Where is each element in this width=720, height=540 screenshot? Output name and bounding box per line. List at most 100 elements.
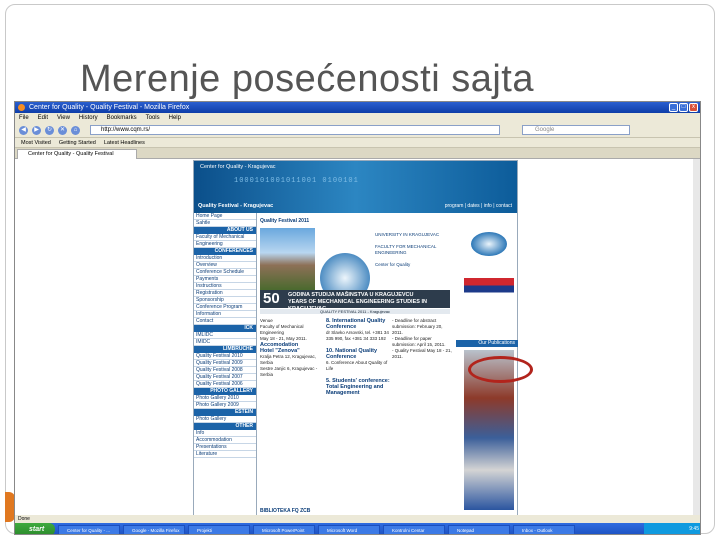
festival-title: Quality Festival 2011 — [260, 218, 310, 224]
nav-item[interactable]: Presentations — [194, 444, 256, 451]
nav-section-header: OTHER — [194, 423, 256, 430]
maximize-button[interactable]: □ — [679, 103, 688, 112]
nav-section-header: CONFERENCES — [194, 248, 256, 255]
nav-item[interactable]: Information — [194, 311, 256, 318]
nav-section-header: LIMBRUCHE — [194, 346, 256, 353]
menu-item[interactable]: File — [19, 113, 29, 123]
taskbar-task[interactable]: Center for Quality - ... — [58, 524, 120, 534]
window-titlebar: Center for Quality - Quality Festival - … — [15, 102, 700, 113]
nav-item[interactable]: Photo Gallery 2010 — [194, 395, 256, 402]
nav-item[interactable]: Instructions — [194, 283, 256, 290]
deadline-2: - Deadline for paper submission: April 1… — [392, 336, 446, 347]
address-value: Sestre Janjic 6, Kragujevac - Serbia — [260, 366, 318, 377]
menu-item[interactable]: Help — [169, 113, 181, 123]
page-viewport: Center for Quality - Kragujevac 10001010… — [15, 159, 700, 523]
nav-item[interactable]: Overview — [194, 262, 256, 269]
nav-item[interactable]: Quality Festival 2009 — [194, 360, 256, 367]
taskbar-task[interactable]: Notepad — [448, 524, 510, 534]
nav-item[interactable]: Sponsorship — [194, 297, 256, 304]
start-button[interactable]: start — [15, 523, 55, 534]
institution-block: UNIVERSITY IN KRAGUJEVAC FACULTY FOR MEC… — [375, 232, 445, 268]
nav-item[interactable]: Info — [194, 430, 256, 437]
nav-item[interactable]: Quality Festival 2007 — [194, 374, 256, 381]
bookmark-item[interactable]: Getting Started — [59, 138, 96, 147]
menu-item[interactable]: View — [57, 113, 70, 123]
conference-1-title[interactable]: 8. International Quality Conference — [326, 318, 391, 330]
home-icon[interactable]: ⌂ — [71, 125, 80, 135]
nav-item[interactable]: Home Page — [194, 213, 256, 220]
bookmark-item[interactable]: Most Visited — [21, 138, 51, 147]
firefox-icon — [18, 104, 25, 111]
taskbar-task[interactable]: Kontrolni Centar — [383, 524, 445, 534]
nav-item[interactable]: IMLIDC — [194, 332, 256, 339]
festival-strip: QUALITY FESTIVAL 2011 - Kragujevac — [260, 309, 450, 314]
stop-icon[interactable]: ✕ — [58, 125, 67, 135]
nav-section-header: ICK — [194, 325, 256, 332]
banner-top-links[interactable]: program | dates | info | contact — [445, 203, 512, 209]
menu-item[interactable]: History — [79, 113, 98, 123]
conference-2-detail: 6. Conference About Quality of Life — [326, 360, 388, 371]
status-bar: Done — [15, 515, 700, 523]
website-page: Center for Quality - Kragujevac 10001010… — [193, 160, 518, 519]
system-clock: 9:45 — [644, 523, 700, 534]
deadlines-column: - Deadline for abstract submission: Febr… — [392, 318, 452, 360]
main-content: Quality Festival 2011 UNIVERSITY IN KRAG… — [260, 218, 452, 518]
forward-icon[interactable]: ▶ — [32, 125, 41, 135]
nav-item[interactable]: Literature — [194, 451, 256, 458]
nav-item[interactable]: Payments — [194, 276, 256, 283]
taskbar-task[interactable]: Microsoft Word — [318, 524, 380, 534]
banner-binary: 1000101001011001 0100101 — [234, 177, 359, 185]
nav-item[interactable]: Quality Festival 2006 — [194, 381, 256, 388]
minimize-button[interactable]: _ — [669, 103, 678, 112]
conference-3-title[interactable]: 5. Students' conference: Total Engineeri… — [326, 378, 391, 396]
banner-festival-title: Quality Festival - Kragujevac — [198, 203, 274, 209]
taskbar-task[interactable]: Microsoft PowerPoint — [253, 524, 315, 534]
bookmarks-toolbar: Most Visited Getting Started Latest Headli… — [15, 138, 700, 148]
left-navigation: Home Page Sahtle ABOUT US Faculty of Mechan… — [194, 213, 257, 519]
site-banner: Center for Quality - Kragujevac 10001010… — [194, 161, 517, 213]
search-input[interactable]: Google — [522, 125, 630, 135]
taskbar-task[interactable]: Projekti — [188, 524, 250, 534]
nav-section-header: ESTEIN — [194, 409, 256, 416]
nav-item[interactable]: Photo Gallery 2009 — [194, 402, 256, 409]
deadline-3: - Quality Festival May 18 - 21, 2011. — [392, 348, 452, 359]
nav-item[interactable]: Sahtle — [194, 220, 256, 227]
nav-item[interactable]: Contact — [194, 318, 256, 325]
back-icon[interactable]: ◀ — [19, 125, 28, 135]
menu-item[interactable]: Edit — [38, 113, 48, 123]
close-button[interactable]: x — [689, 103, 698, 112]
address-bar[interactable]: http://www.cqm.rs/ — [90, 125, 500, 135]
menu-item[interactable]: Bookmarks — [107, 113, 137, 123]
serbian-flag[interactable] — [464, 278, 514, 300]
nav-item[interactable]: Photo Gallery — [194, 416, 256, 423]
hotel-detail: Kralja Petra 12, Kragujevac, Serbia — [260, 354, 317, 365]
taskbar-task[interactable]: Inbox - Outlook — [513, 524, 575, 534]
quality-counter-logo[interactable] — [471, 232, 507, 256]
footer-link[interactable]: BIBLIOTEKA FQ ZCB — [260, 508, 310, 514]
nav-item[interactable]: Accommodation — [194, 437, 256, 444]
center-label: Center for Quality — [375, 262, 411, 267]
nav-item[interactable]: Quality Festival 2008 — [194, 367, 256, 374]
taskbar-task[interactable]: Google - Mozilla Firefox — [123, 524, 185, 534]
conference-1-detail: dr Slavko Arsovski, tel. +381 34 335 990… — [326, 330, 389, 341]
venue-value: Faculty of Mechanical Engineering — [260, 324, 304, 335]
nav-item[interactable]: Conference Program — [194, 304, 256, 311]
nav-item[interactable]: Faculty of Mechanical — [194, 234, 256, 241]
conference-2-title[interactable]: 10. National Quality Conference — [326, 348, 391, 360]
reload-icon[interactable]: ↻ — [45, 125, 54, 135]
deadline-1: - Deadline for abstract submission: Febr… — [392, 318, 443, 335]
nav-item[interactable]: Introduction — [194, 255, 256, 262]
faculty-label: FACULTY FOR MECHANICAL ENGINEERING — [375, 244, 437, 255]
banner-center-title: Center for Quality - Kragujevac — [200, 164, 276, 170]
nav-item[interactable]: Registration — [194, 290, 256, 297]
tab-center-for-quality[interactable]: Center for Quality - Quality Festival — [17, 149, 137, 159]
fifty-years-banner: 50 GODINA STUDIJA MAŠINSTVA U KRAGUJEVCU… — [260, 290, 450, 312]
nav-item[interactable]: Engineering — [194, 241, 256, 248]
conferences-column: 8. International Quality Conference dr S… — [326, 318, 391, 396]
nav-item[interactable]: Conference Schedule — [194, 269, 256, 276]
nav-item[interactable]: IMIDC — [194, 339, 256, 346]
nav-item[interactable]: Quality Festival 2010 — [194, 353, 256, 360]
menu-item[interactable]: Tools — [146, 113, 160, 123]
bookmark-item[interactable]: Latest Headlines — [104, 138, 145, 147]
highlight-ring — [468, 356, 533, 383]
